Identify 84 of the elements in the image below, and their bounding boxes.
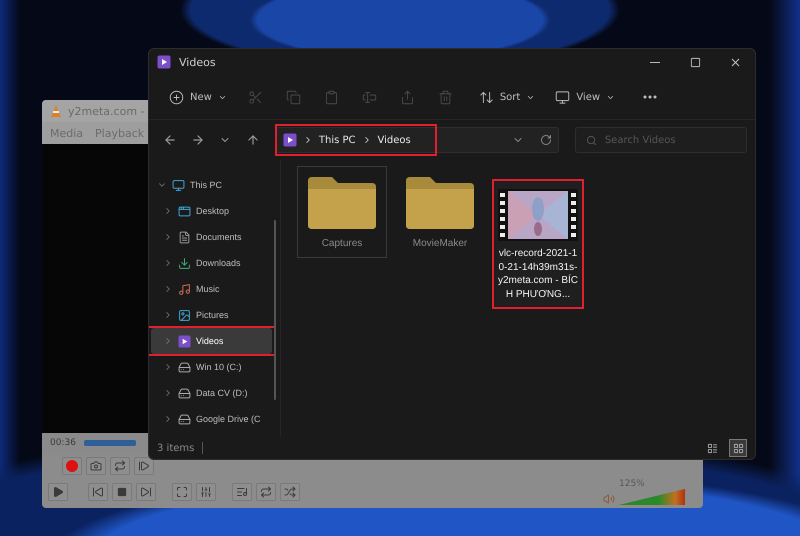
breadcrumb[interactable]: This PC [318,134,356,146]
volume-slider[interactable] [619,489,685,505]
sort-icon [478,90,494,104]
rename-icon [362,90,378,104]
copy-icon [286,90,302,104]
address-bar[interactable]: This PC Videos [276,127,559,153]
file-name: vlc-record-2021-10-21-14h39m31s-y2meta.com - BÍCH PHƯƠNG... [497,247,579,301]
file-name: MovieMaker [412,237,468,250]
previous-button[interactable] [88,483,108,501]
loop-button[interactable] [256,483,276,501]
nav-item[interactable]: Desktop [151,198,272,224]
nav-item[interactable]: This PC [151,172,272,198]
video-folder-icon [178,334,191,348]
file-tile[interactable]: vlc-record-2021-10-21-14h39m31s-y2meta.com - BÍCH PHƯƠNG... [493,180,583,308]
music-icon [178,282,191,296]
close-icon [728,56,742,68]
search-icon [586,134,597,146]
folder-icon [404,175,476,231]
fullscreen-icon [176,486,188,498]
nav-item[interactable]: Documents [151,224,272,250]
fullscreen-button[interactable] [172,483,192,501]
shuffle-button[interactable] [280,483,300,501]
stop-icon [117,487,127,497]
previous-icon [92,486,104,498]
list-icon [706,442,718,454]
playlist-icon [236,486,248,498]
computer-icon [172,178,185,192]
trash-icon [438,90,454,104]
folder-icon [306,175,378,231]
playlist-button[interactable] [232,483,252,501]
drive-icon [178,360,191,374]
maximize-icon [690,56,700,68]
nav-item[interactable]: Google Drive (C [151,406,272,432]
video-folder-icon [282,133,297,147]
next-button[interactable] [136,483,156,501]
file-name: Captures [320,237,364,250]
refresh-icon [540,134,552,146]
window-title: Videos [179,56,216,68]
stop-button[interactable] [112,483,132,501]
plus-icon [169,90,184,104]
monitor-icon [555,90,570,104]
new-button[interactable]: New [161,82,235,112]
loop-ab-button[interactable] [110,457,130,475]
loop-ab-icon [114,460,126,472]
view-button[interactable]: View [547,82,624,112]
nav-item[interactable]: Win 10 (C:) [151,354,272,380]
paste-icon [324,90,340,104]
snapshot-icon [90,460,102,472]
sort-button[interactable]: Sort [470,82,544,112]
desktop-icon [178,204,191,218]
record-icon [66,460,78,472]
drive-icon [178,412,191,426]
tiles-view-button[interactable] [729,439,747,457]
frame-step-icon [138,460,150,472]
window-title: y2meta.com - [68,104,145,118]
file-tile[interactable]: Captures [297,166,387,258]
more-icon [643,95,658,99]
document-icon [178,230,191,244]
nav-item[interactable]: Videos [151,328,272,354]
nav-item[interactable]: Downloads [151,250,272,276]
cut-icon [248,90,264,104]
snapshot-button[interactable] [86,457,106,475]
nav-item[interactable]: Music [151,276,272,302]
traffic-cone-icon [50,104,62,118]
nav-item[interactable]: Pictures [151,302,272,328]
breadcrumb[interactable]: Videos [378,134,411,146]
frame-step-button[interactable] [134,457,154,475]
file-tile[interactable]: MovieMaker [395,166,485,258]
settings-button[interactable] [196,483,216,501]
settings-icon [200,486,212,498]
picture-icon [178,308,191,322]
download-icon [178,256,191,270]
nav-item[interactable]: Data CV (D:) [151,380,272,406]
video-folder-icon [157,55,171,69]
drive-icon [178,386,191,400]
elapsed-time: 00:36 [50,438,76,448]
item-count: 3 items [157,442,194,454]
loop-icon [260,486,272,498]
play-button[interactable] [48,483,68,501]
grid-icon [732,442,744,454]
next-icon [140,486,152,498]
share-icon [400,90,416,104]
shuffle-icon [284,486,296,498]
play-icon [52,486,64,498]
